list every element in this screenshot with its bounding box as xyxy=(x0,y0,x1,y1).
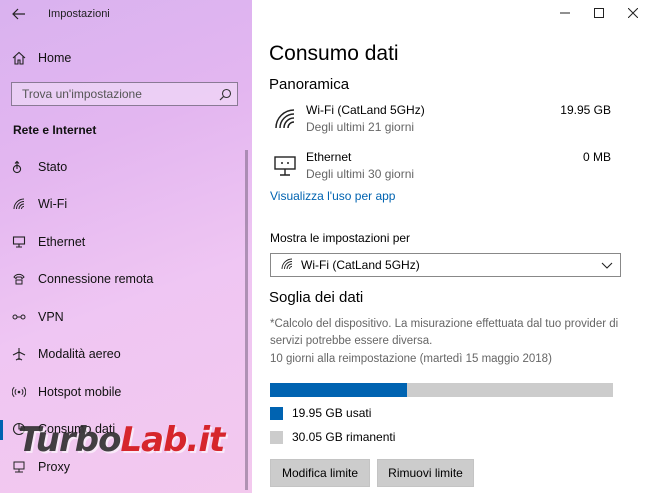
remove-limit-button[interactable]: Rimuovi limite xyxy=(377,459,474,487)
ethernet-icon xyxy=(273,154,297,178)
sidebar-item-connessione-remota[interactable]: Connessione remota xyxy=(0,261,252,299)
maximize-icon xyxy=(594,8,604,18)
usage-period: Degli ultimi 21 giorni xyxy=(306,120,415,134)
sidebar-scrollbar[interactable] xyxy=(245,150,248,490)
sidebar-nav: Stato Wi-Fi Ethernet Connessione remota … xyxy=(0,148,252,486)
nav-home-label: Home xyxy=(38,51,72,65)
sidebar-item-proxy[interactable]: Proxy xyxy=(0,448,252,486)
used-label: 19.95 GB usati xyxy=(292,406,372,420)
vpn-icon xyxy=(12,310,26,324)
sidebar-item-label: Connessione remota xyxy=(38,272,154,287)
title-bar: Impostazioni xyxy=(0,0,252,28)
search-placeholder: Trova un'impostazione xyxy=(22,87,142,101)
usage-period: Degli ultimi 30 giorni xyxy=(306,167,415,181)
maximize-button[interactable] xyxy=(582,0,616,26)
sidebar-item-label: Hotspot mobile xyxy=(38,384,122,399)
usage-row-wifi: Wi-Fi (CatLand 5GHz) Degli ultimi 21 gio… xyxy=(269,103,619,139)
data-limit-heading: Soglia dei dati xyxy=(269,289,364,306)
data-usage-icon xyxy=(12,422,26,436)
used-swatch xyxy=(270,406,283,420)
usage-amount: 0 MB xyxy=(582,150,611,164)
sidebar: Impostazioni Home Trova un'impostazione … xyxy=(0,0,252,493)
legend-remaining: 30.05 GB rimanenti xyxy=(270,429,395,445)
search-icon[interactable] xyxy=(213,83,237,105)
sidebar-item-label: Modalità aereo xyxy=(38,347,121,362)
chevron-down-icon xyxy=(601,262,613,269)
sidebar-item-hotspot-mobile[interactable]: Hotspot mobile xyxy=(0,373,252,411)
sidebar-item-modalita-aereo[interactable]: Modalità aereo xyxy=(0,336,252,374)
network-select[interactable]: Wi-Fi (CatLand 5GHz) xyxy=(270,253,621,277)
page-title: Consumo dati xyxy=(269,42,399,65)
remaining-label: 30.05 GB rimanenti xyxy=(292,430,396,444)
sidebar-item-vpn[interactable]: VPN xyxy=(0,298,252,336)
usage-progress-bar xyxy=(270,383,613,397)
view-usage-per-app-link[interactable]: Visualizza l'uso per app xyxy=(270,189,395,203)
sidebar-item-label: Consumo dati xyxy=(38,422,116,437)
window-controls xyxy=(548,0,650,28)
sidebar-item-label: VPN xyxy=(38,309,64,324)
close-button[interactable] xyxy=(616,0,650,26)
ethernet-icon xyxy=(12,235,26,249)
sidebar-item-stato[interactable]: Stato xyxy=(0,148,252,186)
legend-used: 19.95 GB usati xyxy=(270,405,371,421)
proxy-icon xyxy=(12,460,26,474)
app-title: Impostazioni xyxy=(48,8,110,20)
remaining-swatch xyxy=(270,430,283,444)
wifi-icon xyxy=(12,197,26,211)
search-input[interactable]: Trova un'impostazione xyxy=(11,82,238,106)
status-icon xyxy=(12,160,26,174)
usage-name: Ethernet xyxy=(306,150,352,164)
wifi-icon xyxy=(281,258,293,273)
edit-limit-button[interactable]: Modifica limite xyxy=(270,459,370,487)
section-title: Rete e Internet xyxy=(13,123,97,137)
usage-progress-fill xyxy=(270,383,407,397)
hotspot-icon xyxy=(12,385,26,399)
close-icon xyxy=(628,8,638,18)
usage-row-ethernet: Ethernet Degli ultimi 30 giorni 0 MB xyxy=(269,150,619,186)
sidebar-item-ethernet[interactable]: Ethernet xyxy=(0,223,252,261)
sidebar-item-label: Stato xyxy=(38,159,68,174)
sidebar-item-label: Wi-Fi xyxy=(38,197,68,212)
nav-home[interactable]: Home xyxy=(0,44,252,72)
settings-for-label: Mostra le impostazioni per xyxy=(270,231,411,245)
dialup-icon xyxy=(12,272,26,286)
back-button[interactable] xyxy=(8,4,30,24)
minimize-button[interactable] xyxy=(548,0,582,26)
wifi-icon xyxy=(273,107,297,131)
usage-amount: 19.95 GB xyxy=(560,103,611,117)
usage-name: Wi-Fi (CatLand 5GHz) xyxy=(306,103,425,117)
overview-heading: Panoramica xyxy=(269,76,350,93)
sidebar-item-consumo-dati[interactable]: Consumo dati xyxy=(0,411,252,449)
network-select-value: Wi-Fi (CatLand 5GHz) xyxy=(301,258,420,272)
sidebar-item-label: Ethernet xyxy=(38,234,86,249)
sidebar-item-wifi[interactable]: Wi-Fi xyxy=(0,186,252,224)
minimize-icon xyxy=(560,12,570,14)
airplane-icon xyxy=(12,347,26,361)
back-arrow-icon xyxy=(12,8,25,20)
home-icon xyxy=(12,51,26,65)
limit-note: *Calcolo del dispositivo. La misurazione… xyxy=(270,318,619,347)
reset-text: 10 giorni alla reimpostazione (martedì 1… xyxy=(270,353,552,365)
main-content: Consumo dati Panoramica Wi-Fi (CatLand 5… xyxy=(252,0,650,493)
sidebar-item-label: Proxy xyxy=(38,459,70,474)
